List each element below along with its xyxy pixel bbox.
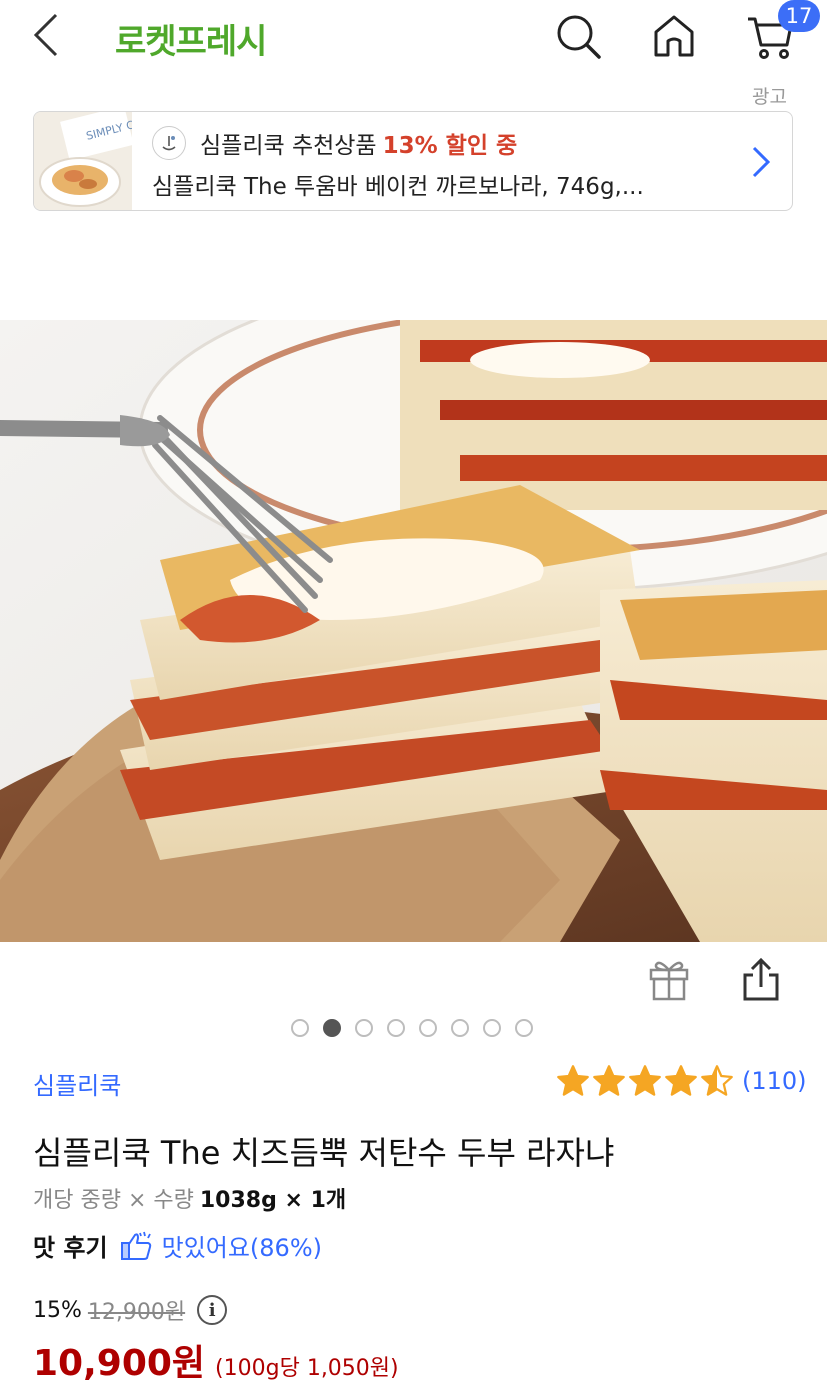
star-icon: [593, 1065, 625, 1096]
pagination-dot[interactable]: [419, 1019, 437, 1037]
top-bar: 로켓프레시 17: [0, 0, 827, 75]
price-original-row: 15% 12,900원 i: [33, 1294, 228, 1326]
star-icon: [557, 1065, 589, 1096]
ad-banner[interactable]: SIMPLY COOK 심플리쿡 추천상품 13% 할인 중 심플리쿡 The 투…: [33, 111, 793, 211]
info-icon[interactable]: i: [197, 1295, 228, 1325]
pagination-dot[interactable]: [323, 1019, 341, 1037]
ad-discount: 13% 할인 중: [382, 133, 518, 159]
pagination-dot[interactable]: [355, 1019, 373, 1037]
weight-info: 개당 중량 × 수량 1038g × 1개: [33, 1182, 346, 1214]
star-icon: [629, 1065, 661, 1096]
ad-description: 심플리쿡 The 투움바 베이컨 까르보나라, 746g,...: [152, 174, 644, 200]
taste-review: 맛 후기 맛있어요(86%): [33, 1228, 322, 1263]
taste-label: 맛 후기: [33, 1234, 108, 1262]
ad-thumbnail: SIMPLY COOK: [34, 112, 132, 210]
cart-count-badge: 17: [778, 0, 820, 32]
search-button[interactable]: [552, 10, 604, 62]
gift-icon: [649, 961, 689, 1001]
review-count[interactable]: (110): [742, 1067, 807, 1095]
taste-review-link[interactable]: 맛있어요(86%): [162, 1228, 322, 1263]
chevron-left-icon: [33, 13, 58, 57]
image-pagination: [291, 1019, 533, 1037]
pagination-dot[interactable]: [483, 1019, 501, 1037]
star-icon: [701, 1065, 733, 1096]
unit-price: (100g당 1,050원): [215, 1356, 399, 1381]
back-button[interactable]: [28, 12, 64, 58]
brand-logo-icon: [152, 126, 186, 160]
pagination-dot[interactable]: [451, 1019, 469, 1037]
ad-title: 심플리쿡 추천상품 13% 할인 중: [200, 126, 517, 160]
share-button[interactable]: [738, 955, 784, 1003]
star-icon: [665, 1065, 697, 1096]
sale-price: 10,900원: [33, 1343, 206, 1384]
home-icon: [654, 15, 694, 57]
chevron-right-icon: [752, 146, 771, 178]
ad-label: 광고: [752, 86, 787, 108]
seller-link[interactable]: 심플리쿡: [33, 1066, 121, 1101]
product-image[interactable]: [0, 320, 827, 942]
pagination-dot[interactable]: [291, 1019, 309, 1037]
rating-stars[interactable]: [556, 1064, 734, 1098]
home-button[interactable]: [648, 10, 700, 62]
pagination-dot[interactable]: [387, 1019, 405, 1037]
price-sale-row: 10,900원 (100g당 1,050원): [33, 1334, 399, 1386]
discount-rate: 15%: [33, 1297, 82, 1323]
gift-button[interactable]: [646, 955, 692, 1003]
search-icon: [557, 15, 601, 59]
share-icon: [743, 957, 779, 1001]
weight-label: 개당 중량 × 수량: [33, 1188, 194, 1213]
ad-arrow-button[interactable]: [746, 142, 776, 182]
thumbs-up-icon: [120, 1231, 154, 1261]
weight-value: 1038g × 1개: [199, 1188, 347, 1213]
original-price: 12,900원: [87, 1300, 186, 1325]
pagination-dot[interactable]: [515, 1019, 533, 1037]
page-title: 로켓프레시: [115, 22, 267, 62]
ad-title-text: 심플리쿡 추천상품: [200, 133, 377, 159]
product-title: 심플리쿡 The 치즈듬뿍 저탄수 두부 라자냐: [33, 1134, 615, 1172]
